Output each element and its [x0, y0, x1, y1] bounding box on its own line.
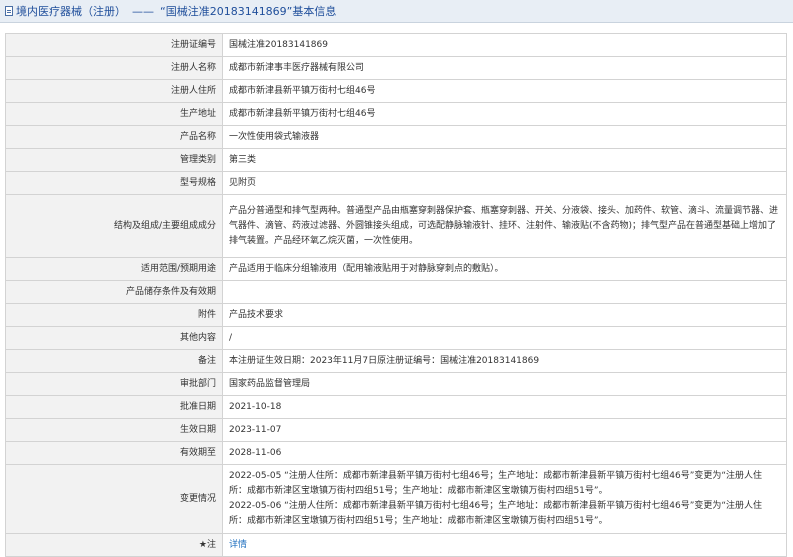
row-label: 产品名称 — [5, 125, 223, 149]
row-label: 注册人住所 — [5, 79, 223, 103]
row-label: 生产地址 — [5, 102, 223, 126]
note-label: ★注 — [5, 533, 223, 557]
table-row: 批准日期 2021-10-18 — [5, 395, 787, 419]
row-value: 一次性使用袋式输液器 — [222, 125, 787, 149]
row-label: 变更情况 — [5, 464, 223, 534]
note-label-text: 注 — [206, 539, 216, 550]
table-row: 管理类别 第三类 — [5, 148, 787, 172]
row-value: / — [222, 326, 787, 350]
table-row: 生效日期 2023-11-07 — [5, 418, 787, 442]
row-label: 其他内容 — [5, 326, 223, 350]
row-value: 成都市新津县新平镇万街村七组46号 — [222, 79, 787, 103]
change-history: 2022-05-05 “注册人住所：成都市新津县新平镇万街村七组46号；生产地址… — [222, 464, 787, 534]
table-row: 注册人住所 成都市新津县新平镇万街村七组46号 — [5, 79, 787, 103]
details-link[interactable]: 详情 — [229, 540, 247, 550]
row-value: 第三类 — [222, 148, 787, 172]
page-title: “国械注准20183141869”基本信息 — [160, 5, 337, 18]
row-label: 注册证编号 — [5, 33, 223, 57]
row-value: 本注册证生效日期：2023年11月7日原注册证编号：国械注准2018314186… — [222, 349, 787, 373]
table-row: 产品储存条件及有效期 — [5, 280, 787, 304]
row-value: 国械注准20183141869 — [222, 33, 787, 57]
table-row: 注册人名称 成都市新津事丰医疗器械有限公司 — [5, 56, 787, 80]
row-value: 产品适用于临床分组输液用（配用输液贴用于对静脉穿刺点的敷贴）。 — [222, 257, 787, 281]
row-value: 产品技术要求 — [222, 303, 787, 327]
info-table: 注册证编号 国械注准20183141869 注册人名称 成都市新津事丰医疗器械有… — [5, 33, 787, 557]
row-value: 见附页 — [222, 171, 787, 195]
row-value: 2023-11-07 — [222, 418, 787, 442]
row-value: 产品分普通型和排气型两种。普通型产品由瓶塞穿刺器保护套、瓶塞穿刺器、开关、分液袋… — [222, 194, 787, 258]
table-row: 产品名称 一次性使用袋式输液器 — [5, 125, 787, 149]
row-label: 结构及组成/主要组成成分 — [5, 194, 223, 258]
row-label: 附件 — [5, 303, 223, 327]
table-row: 有效期至 2028-11-06 — [5, 441, 787, 465]
row-label: 产品储存条件及有效期 — [5, 280, 223, 304]
row-value: 国家药品监督管理局 — [222, 372, 787, 396]
row-value: 成都市新津县新平镇万街村七组46号 — [222, 102, 787, 126]
table-row: 其他内容 / — [5, 326, 787, 350]
table-row: 备注 本注册证生效日期：2023年11月7日原注册证编号：国械注准2018314… — [5, 349, 787, 373]
row-value: 2028-11-06 — [222, 441, 787, 465]
row-label: 生效日期 — [5, 418, 223, 442]
row-label: 审批部门 — [5, 372, 223, 396]
note-value: 详情 — [222, 533, 787, 557]
table-row: ★注 详情 — [5, 533, 787, 557]
table-row: 适用范围/预期用途 产品适用于临床分组输液用（配用输液贴用于对静脉穿刺点的敷贴）… — [5, 257, 787, 281]
row-label: 管理类别 — [5, 148, 223, 172]
table-row: 注册证编号 国械注准20183141869 — [5, 33, 787, 57]
row-value: 成都市新津事丰医疗器械有限公司 — [222, 56, 787, 80]
row-label: 适用范围/预期用途 — [5, 257, 223, 281]
table-row: 结构及组成/主要组成成分 产品分普通型和排气型两种。普通型产品由瓶塞穿刺器保护套… — [5, 194, 787, 258]
document-icon — [5, 6, 13, 16]
breadcrumb-category[interactable]: 境内医疗器械（注册） — [16, 3, 126, 19]
table-row: 审批部门 国家药品监督管理局 — [5, 372, 787, 396]
star-icon: ★ — [198, 539, 207, 550]
table-row: 变更情况 2022-05-05 “注册人住所：成都市新津县新平镇万街村七组46号… — [5, 464, 787, 534]
row-label: 型号规格 — [5, 171, 223, 195]
row-label: 批准日期 — [5, 395, 223, 419]
row-label: 注册人名称 — [5, 56, 223, 80]
row-label: 有效期至 — [5, 441, 223, 465]
table-row: 附件 产品技术要求 — [5, 303, 787, 327]
row-value — [222, 280, 787, 304]
row-value: 2021-10-18 — [222, 395, 787, 419]
table-row: 生产地址 成都市新津县新平镇万街村七组46号 — [5, 102, 787, 126]
title-bar: 境内医疗器械（注册） —— “国械注准20183141869”基本信息 — [0, 0, 793, 23]
table-row: 型号规格 见附页 — [5, 171, 787, 195]
breadcrumb-separator: —— — [132, 4, 154, 18]
row-label: 备注 — [5, 349, 223, 373]
